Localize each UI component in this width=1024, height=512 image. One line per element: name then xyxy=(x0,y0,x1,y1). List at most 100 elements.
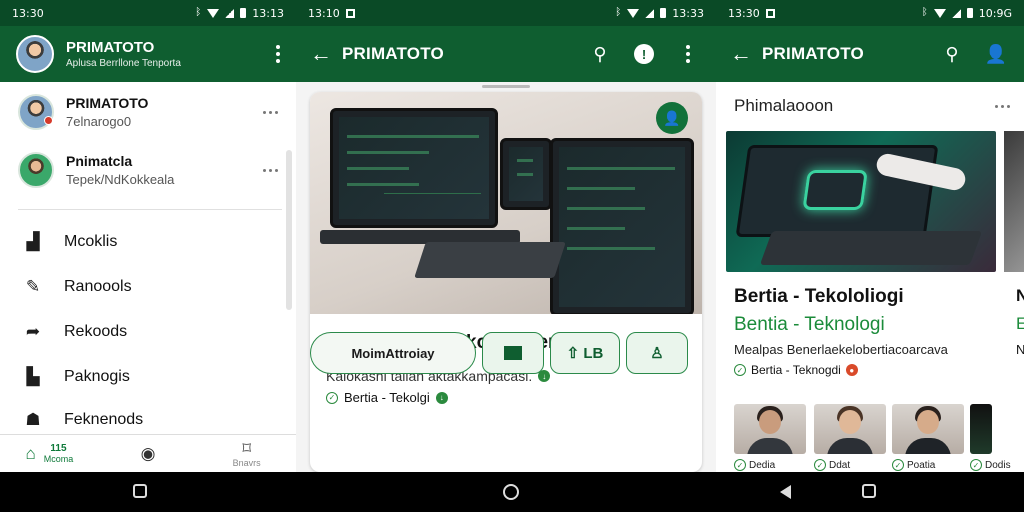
user-icon[interactable]: 👤 xyxy=(982,40,1010,68)
source-icon: ✓ xyxy=(326,391,338,404)
drag-handle[interactable] xyxy=(482,85,530,88)
drawer-subtitle: Aplusa Berrllone Tenporta xyxy=(66,58,181,69)
bluetooth-icon: ᛒ xyxy=(615,7,622,18)
status-clock: 13:13 xyxy=(252,6,284,20)
source-icon: ✓ xyxy=(734,364,746,376)
back-arrow-icon[interactable]: ← xyxy=(310,41,342,67)
recents-button[interactable] xyxy=(862,484,876,498)
article-image-next[interactable] xyxy=(1004,131,1024,272)
nav-label: Feknenods xyxy=(64,411,144,428)
thumbnail[interactable] xyxy=(892,404,964,454)
thumbnail[interactable] xyxy=(970,404,992,454)
nav-label: Rekoods xyxy=(64,323,128,340)
wifi-icon xyxy=(207,8,220,18)
bottom-nav-shield[interactable]: ◉ xyxy=(99,444,198,463)
account-item[interactable]: PRIMATOTO 7elnarogo0 xyxy=(0,94,296,130)
divider xyxy=(18,209,282,210)
upload-icon: ⇧ xyxy=(566,345,580,362)
account-name: PRIMATOTO xyxy=(66,95,149,111)
news-icon: ▟ xyxy=(26,232,40,251)
keyboard-image xyxy=(759,231,983,265)
scrollbar[interactable] xyxy=(286,150,292,310)
bottom-nav-home[interactable]: ⌂ 115 Mcoma xyxy=(0,443,99,464)
thumbnail[interactable] xyxy=(814,404,886,454)
nav-label: Mcoklis xyxy=(64,233,118,250)
status-bar: 13:30 ᛒ 10:9G xyxy=(716,0,1024,26)
signal-icon xyxy=(645,8,655,18)
bottom-nav-saved[interactable]: ⌑ Bnavrs xyxy=(197,439,296,468)
search-icon[interactable]: ⚲ xyxy=(938,40,966,68)
share-icon: ➦ xyxy=(25,322,41,341)
signal-icon xyxy=(951,8,961,18)
source-icon: ✓ xyxy=(814,459,826,471)
app-title: PRIMATOTO xyxy=(342,44,444,63)
account-name: Pnimatcla xyxy=(66,153,133,169)
back-arrow-icon[interactable]: ← xyxy=(730,41,762,67)
mail-button[interactable] xyxy=(482,332,544,374)
source-icon: ✓ xyxy=(892,459,904,471)
bottom-nav-label: Bnavrs xyxy=(232,457,261,468)
more-icon[interactable] xyxy=(263,168,278,172)
screen-article: 13:10 ᛒ 13:33 ← PRIMATOTO ⚲ ! 👤 Kalokasn… xyxy=(296,0,716,472)
thumb-label: ✓ Ddat xyxy=(814,459,850,471)
drawer-header: PRIMATOTO Aplusa Berrllone Tenporta xyxy=(0,26,296,82)
home-button[interactable] xyxy=(503,484,519,500)
nav-item-edit[interactable]: ✎ Ranoools xyxy=(0,265,296,309)
search-icon[interactable]: ⚲ xyxy=(586,40,614,68)
button-label: LB xyxy=(583,344,604,362)
system-nav-bar xyxy=(0,472,1024,512)
status-clock: 13:33 xyxy=(672,6,704,20)
wifi-icon xyxy=(933,8,946,18)
app-title: PRIMATOTO xyxy=(762,44,864,63)
phone-image xyxy=(500,138,552,210)
account-sub: Tepek/NdKokkeala xyxy=(66,172,175,187)
notification-badge xyxy=(44,116,53,125)
avatar xyxy=(18,152,54,188)
group-icon: ☗ xyxy=(25,410,41,429)
app-bar: ← PRIMATOTO ⚲ 👤 xyxy=(716,26,1024,82)
article-card: 👤 Dounia Itena Tekologi Tenenaya Kalokas… xyxy=(310,92,702,472)
recents-button[interactable] xyxy=(133,484,147,498)
nav-label: Paknogis xyxy=(64,368,130,385)
more-icon[interactable] xyxy=(995,104,1010,108)
upload-button[interactable]: ⇧ LB xyxy=(550,332,620,374)
user-icon: 👤 xyxy=(663,109,681,126)
nav-item-share[interactable]: ➦ Rekoods xyxy=(0,310,296,354)
edit-icon: ✎ xyxy=(25,277,41,296)
avatar[interactable] xyxy=(16,35,54,73)
mail-icon xyxy=(504,346,522,360)
main-action-button[interactable]: MoimAttroiay xyxy=(310,332,476,374)
nav-item-bookmark[interactable]: ▙ Paknogis xyxy=(0,355,296,399)
keyboard-image xyxy=(414,242,566,278)
more-icon[interactable] xyxy=(674,40,702,68)
verified-icon: ● xyxy=(845,364,858,376)
status-time: 13:30 xyxy=(12,6,44,20)
more-icon[interactable] xyxy=(276,45,280,63)
battery-icon xyxy=(240,8,247,18)
bluetooth-icon: ᛒ xyxy=(195,7,202,18)
back-button[interactable] xyxy=(780,485,791,499)
account-item[interactable]: Pnimatcla Tepek/NdKokkeala xyxy=(0,152,296,188)
more-icon[interactable] xyxy=(263,110,278,114)
thumb-label: ✓ Dodis xyxy=(970,459,1011,471)
button-label: MoimAttroiay xyxy=(351,345,435,361)
profile-fab[interactable]: 👤 xyxy=(656,102,688,134)
profile-button[interactable]: ♙ xyxy=(626,332,688,374)
app-bar: ← PRIMATOTO ⚲ ! xyxy=(296,26,716,82)
drawer-title: PRIMATOTO xyxy=(66,39,155,56)
article-source[interactable]: Bertia - Tekolgi xyxy=(344,390,430,405)
bluetooth-icon: ᛒ xyxy=(921,7,928,18)
status-time: 13:10 xyxy=(308,6,340,20)
thumbnail[interactable] xyxy=(734,404,806,454)
info-icon[interactable]: ! xyxy=(630,40,658,68)
status-bar: 13:10 ᛒ 13:33 xyxy=(296,0,716,26)
article-image[interactable] xyxy=(726,131,996,272)
article-title[interactable]: Bertia - Tekololiogi xyxy=(734,286,904,308)
bottom-nav-label: Mcoma xyxy=(43,454,74,464)
article-subtitle: Bentia - Teknologi xyxy=(734,314,885,335)
nav-item-news[interactable]: ▟ Mcoklis xyxy=(0,220,296,264)
account-sub: 7elnarogo0 xyxy=(66,114,132,129)
source-icon: ✓ xyxy=(734,459,746,471)
article-source[interactable]: Bertia - Teknogdi xyxy=(751,363,841,377)
screen-feed: 13:30 ᛒ 10:9G ← PRIMATOTO ⚲ 👤 Phimalaooo… xyxy=(716,0,1024,472)
